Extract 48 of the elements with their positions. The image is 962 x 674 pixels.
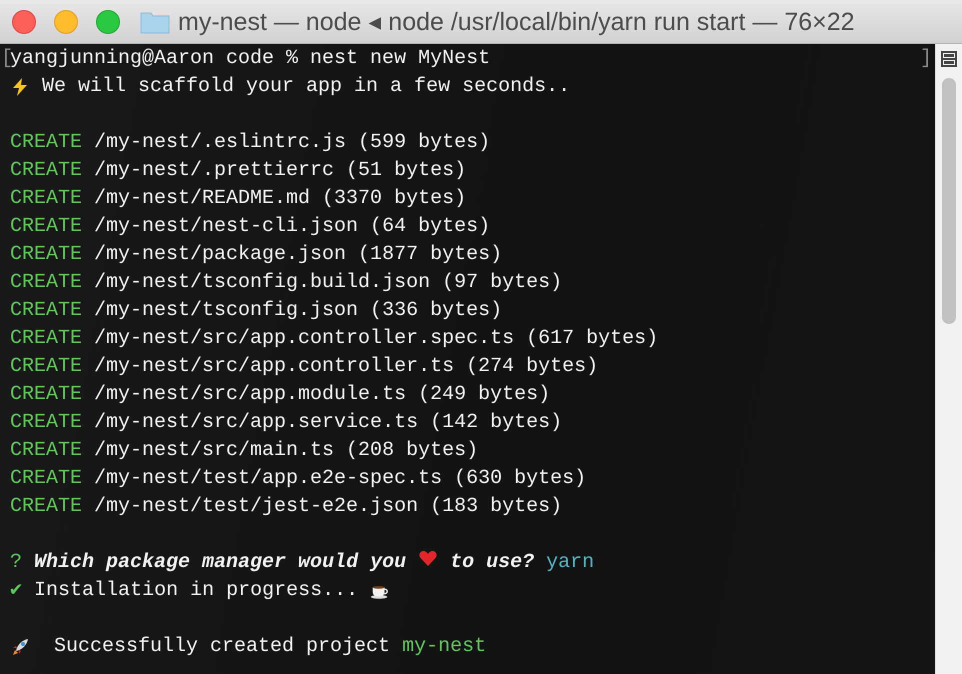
create-label: CREATE [10,214,82,240]
file-path: /my-nest/src/app.module.ts (249 bytes) [94,382,550,408]
lightning-icon [10,77,30,97]
file-path: /my-nest/README.md (3370 bytes) [94,186,466,212]
window-title: my-nest — node ◂ node /usr/local/bin/yarn run start — 76×22 [178,6,855,36]
file-path: /my-nest/test/app.e2e-spec.ts (630 bytes) [94,466,586,492]
file-path: /my-nest/src/app.service.ts (142 bytes) [94,410,562,436]
file-path: /my-nest/package.json (1877 bytes) [94,242,502,268]
check-mark: ✔ [10,578,22,604]
output-line: Installation in progress... [34,578,358,604]
file-path: /my-nest/src/app.controller.spec.ts (617 bytes) [94,326,658,352]
rocket-icon [10,637,30,657]
file-path: /my-nest/tsconfig.json (336 bytes) [94,298,502,324]
answer-text: yarn [546,550,594,576]
create-label: CREATE [10,158,82,184]
create-label: CREATE [10,438,82,464]
file-path: /my-nest/src/main.ts (208 bytes) [94,438,478,464]
zoom-button[interactable] [96,10,120,34]
file-path: /my-nest/tsconfig.build.json (97 bytes) [94,270,562,296]
create-label: CREATE [10,354,82,380]
create-label: CREATE [10,186,82,212]
file-path: /my-nest/.eslintrc.js (599 bytes) [94,130,490,156]
create-label: CREATE [10,298,82,324]
scrollbar-thumb[interactable] [942,78,956,324]
output-line: We will scaffold your app in a few seconds.. [42,74,570,100]
create-label: CREATE [10,270,82,296]
question-mark: ? [10,550,22,576]
project-name: my-nest [402,634,486,660]
create-label: CREATE [10,130,82,156]
create-label: CREATE [10,494,82,520]
create-label: CREATE [10,466,82,492]
heart-icon [418,548,438,568]
file-path: /my-nest/nest-cli.json (64 bytes) [94,214,490,240]
split-pane-icon[interactable] [941,51,957,67]
folder-icon [140,10,170,34]
prompt-text: to use? [450,550,534,576]
create-label: CREATE [10,410,82,436]
output-line: Successfully created project [54,634,390,660]
prompt-text: Which package manager would you [34,550,406,576]
mark-bracket: ] [920,46,932,72]
file-path: /my-nest/test/jest-e2e.json (183 bytes) [94,494,562,520]
file-path: /my-nest/src/app.controller.ts (274 bytes) [94,354,598,380]
create-label: CREATE [10,326,82,352]
create-label: CREATE [10,242,82,268]
file-path: /my-nest/.prettierrc (51 bytes) [94,158,466,184]
close-button[interactable] [12,10,36,34]
create-label: CREATE [10,382,82,408]
minimize-button[interactable] [54,10,78,34]
